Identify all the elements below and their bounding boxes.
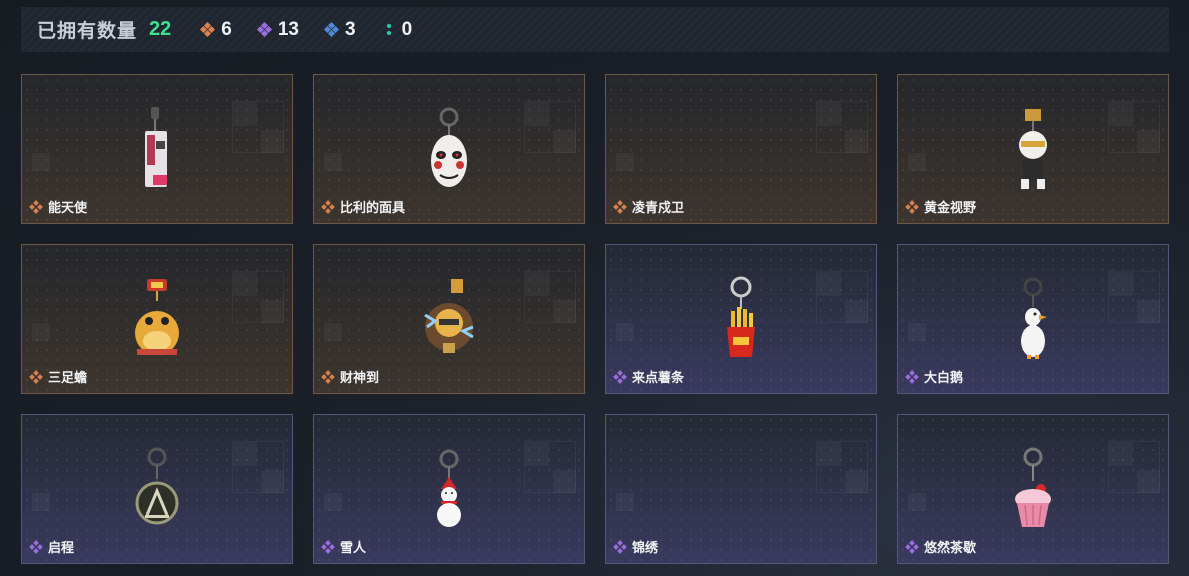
stat-orange: 6 xyxy=(200,18,232,41)
keychain-toad-icon xyxy=(135,279,179,355)
item-card[interactable]: 比利的面具 xyxy=(313,74,585,224)
teal-dots-icon xyxy=(382,23,396,37)
stat-orange-count: 6 xyxy=(221,18,232,40)
orange-rarity-icon xyxy=(613,199,627,214)
item-name: 大白鹅 xyxy=(924,370,964,385)
orange-rarity-icon xyxy=(29,199,43,214)
blue-gem-icon xyxy=(323,21,340,37)
collection-header: 已拥有数量 22 6 13 3 0 xyxy=(21,7,1169,52)
item-name: 三足蟾 xyxy=(48,370,88,385)
item-card[interactable]: 启程 xyxy=(21,414,293,564)
stat-purple: 13 xyxy=(256,18,299,41)
item-card[interactable]: 能天使 xyxy=(21,74,293,224)
item-card[interactable]: 悠然茶歇 xyxy=(897,414,1169,564)
item-card[interactable]: 财神到 xyxy=(313,244,585,394)
keychain-cupcake-icon xyxy=(1015,447,1051,527)
item-name: 启程 xyxy=(48,540,75,555)
item-name: 雪人 xyxy=(340,540,367,555)
purple-gem-icon xyxy=(256,21,272,37)
owned-count-value: 22 xyxy=(149,18,172,40)
purple-rarity-icon xyxy=(613,369,627,384)
item-name: 锦绣 xyxy=(632,540,659,555)
item-card[interactable]: 黄金视野 xyxy=(897,74,1169,224)
item-name: 能天使 xyxy=(48,200,88,215)
item-name: 财神到 xyxy=(340,370,380,385)
item-name: 悠然茶歇 xyxy=(924,540,977,555)
keychain-phone-icon xyxy=(145,107,167,187)
purple-rarity-icon xyxy=(905,369,919,384)
purple-rarity-icon xyxy=(905,539,919,554)
stat-teal: 0 xyxy=(382,18,413,41)
keychain-snowman-icon xyxy=(437,449,461,527)
item-card[interactable]: 来点薯条 xyxy=(605,244,877,394)
stat-blue: 3 xyxy=(323,18,356,41)
stat-purple-count: 13 xyxy=(277,18,299,40)
item-name: 来点薯条 xyxy=(632,370,685,385)
item-card[interactable]: 三足蟾 xyxy=(21,244,293,394)
purple-rarity-icon xyxy=(613,539,627,554)
item-card[interactable]: 大白鹅 xyxy=(897,244,1169,394)
keychain-fortune-icon xyxy=(424,279,474,353)
item-name: 比利的面具 xyxy=(340,200,406,215)
item-card[interactable]: 雪人 xyxy=(313,414,585,564)
item-card[interactable]: 凌青戍卫 xyxy=(605,74,877,224)
orange-rarity-icon xyxy=(321,199,335,214)
keychain-medal-icon xyxy=(135,447,179,525)
orange-rarity-icon xyxy=(905,199,919,214)
orange-rarity-icon xyxy=(321,369,335,384)
keychain-goose-icon xyxy=(1021,277,1047,359)
keychain-fries-icon xyxy=(727,276,755,357)
purple-rarity-icon xyxy=(321,539,335,554)
keychain-figure-icon xyxy=(1019,109,1047,189)
keychain-mask-icon xyxy=(431,107,467,187)
orange-rarity-icon xyxy=(29,369,43,384)
purple-rarity-icon xyxy=(29,539,43,554)
stat-blue-count: 3 xyxy=(344,18,356,40)
item-name: 黄金视野 xyxy=(924,200,977,215)
item-name: 凌青戍卫 xyxy=(632,200,685,215)
keychain-grid: 能天使 比利的面具 凌青戍卫 黄金视野 三足蟾 财神到 来点薯条 大白鹅 启程 … xyxy=(21,74,1169,564)
orange-gem-icon xyxy=(200,21,216,37)
stat-teal-count: 0 xyxy=(401,18,413,40)
item-card[interactable]: 锦绣 xyxy=(605,414,877,564)
owned-count-label: 已拥有数量 xyxy=(37,21,138,42)
